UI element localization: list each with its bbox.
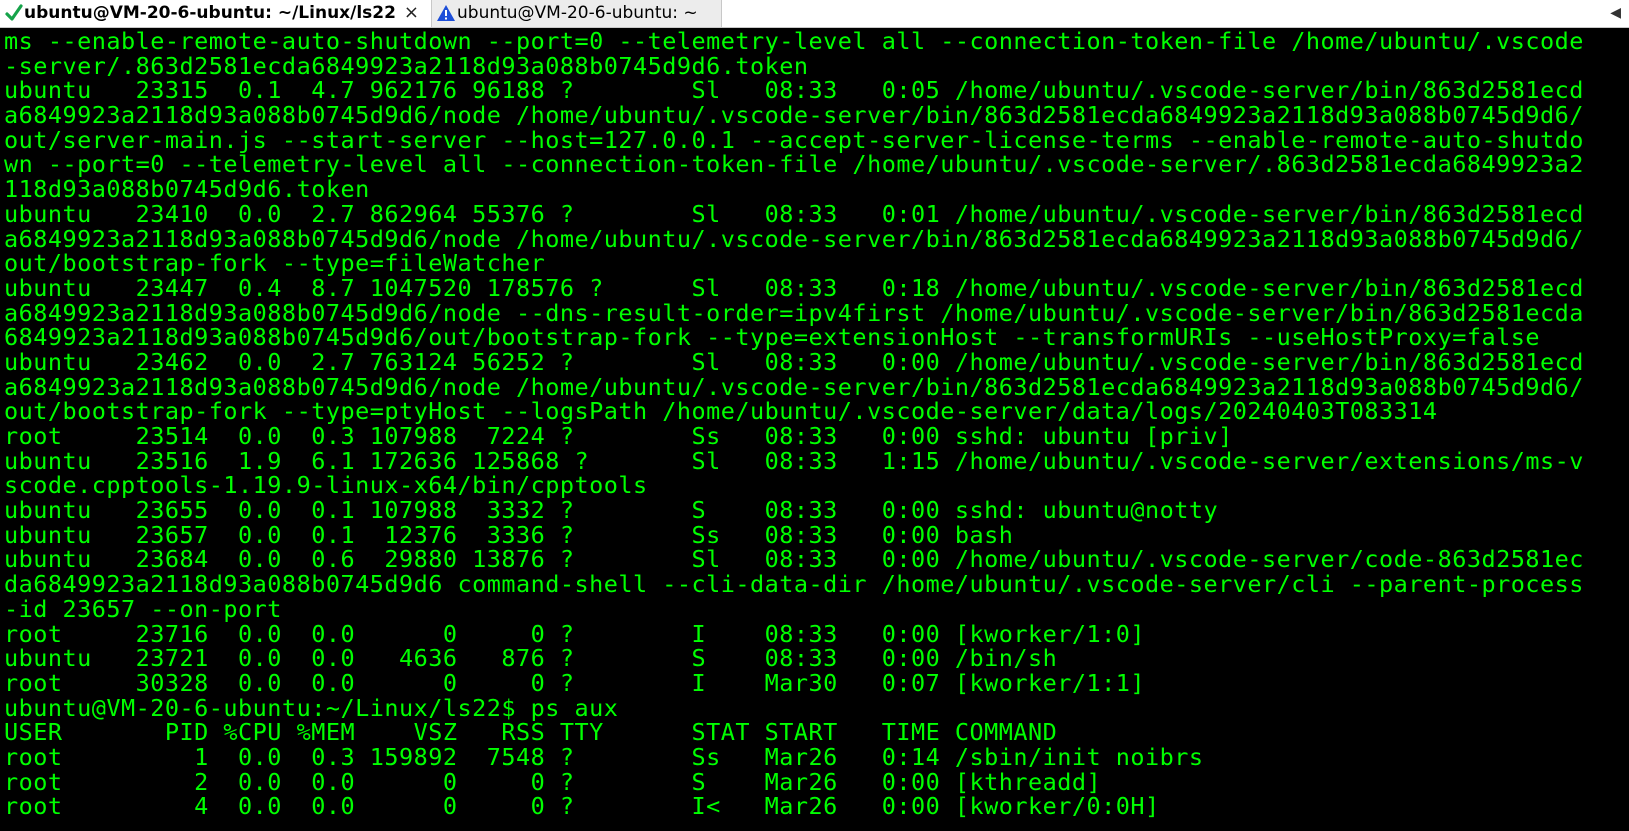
- terminal-line: root 1 0.0 0.3 159892 7548 ? Ss Mar26 0:…: [4, 742, 1204, 771]
- terminal-line: -server/.863d2581ecda6849923a2118d93a088…: [4, 51, 809, 80]
- terminal-line: out/bootstrap-fork --type=ptyHost --logs…: [4, 397, 1438, 426]
- terminal-line: root 2 0.0 0.0 0 0 ? S Mar26 0:00 [kthre…: [4, 767, 1102, 796]
- terminal-line: ubuntu 23684 0.0 0.6 29880 13876 ? Sl 08…: [4, 545, 1584, 574]
- terminal-line: a6849923a2118d93a088b0745d9d6/node /home…: [4, 372, 1584, 401]
- terminal-line: root 23514 0.0 0.3 107988 7224 ? Ss 08:3…: [4, 422, 1233, 450]
- check-icon: [4, 2, 24, 24]
- terminal-line: ubuntu 23657 0.0 0.1 12376 3336 ? Ss 08:…: [4, 520, 1014, 549]
- terminal-line: a6849923a2118d93a088b0745d9d6/node /home…: [4, 224, 1584, 253]
- terminal-line: root 30328 0.0 0.0 0 0 ? I Mar30 0:07 [k…: [4, 668, 1145, 697]
- terminal-line: root 23716 0.0 0.0 0 0 ? I 08:33 0:00 [k…: [4, 619, 1145, 648]
- terminal-line: wn --port=0 --telemetry-level all --conn…: [4, 150, 1584, 179]
- tab-session-ls22[interactable]: ubuntu@VM-20-6-ubuntu: ~/Linux/ls22 ×: [0, 0, 432, 27]
- terminal-line: ubuntu 23516 1.9 6.1 172636 125868 ? Sl …: [4, 446, 1584, 475]
- warning-icon: [436, 2, 456, 24]
- tab-session-home[interactable]: ubuntu@VM-20-6-ubuntu: ~: [432, 0, 722, 27]
- terminal-line: 118d93a088b0745d9d6.token: [4, 175, 370, 204]
- tab-bar: ubuntu@VM-20-6-ubuntu: ~/Linux/ls22 × ub…: [0, 0, 1629, 28]
- terminal-line: ubuntu 23721 0.0 0.0 4636 876 ? S 08:33 …: [4, 644, 1058, 673]
- terminal-line: da6849923a2118d93a088b0745d9d6 command-s…: [4, 570, 1584, 599]
- terminal-line: ubuntu 23655 0.0 0.1 107988 3332 ? S 08:…: [4, 496, 1219, 525]
- terminal-line: root 4 0.0 0.0 0 0 ? I< Mar26 0:00 [kwor…: [4, 792, 1160, 821]
- terminal-line: out/server-main.js --start-server --host…: [4, 125, 1584, 154]
- tab-title: ubuntu@VM-20-6-ubuntu: ~/Linux/ls22: [24, 3, 396, 23]
- terminal-line: ubuntu 23410 0.0 2.7 862964 55376 ? Sl 0…: [4, 199, 1584, 228]
- terminal-line: ubuntu 23315 0.1 4.7 962176 96188 ? Sl 0…: [4, 76, 1584, 105]
- terminal-line: USER PID %CPU %MEM VSZ RSS TTY STAT STAR…: [4, 718, 1058, 747]
- terminal-line: out/bootstrap-fork --type=fileWatcher: [4, 249, 546, 278]
- terminal-line: a6849923a2118d93a088b0745d9d6/node --dns…: [4, 298, 1584, 327]
- close-icon[interactable]: ×: [404, 0, 419, 26]
- tab-title: ubuntu@VM-20-6-ubuntu: ~: [457, 3, 698, 23]
- terminal-line: ms --enable-remote-auto-shutdown --port=…: [4, 29, 1584, 55]
- terminal-line: a6849923a2118d93a088b0745d9d6/node /home…: [4, 101, 1584, 130]
- terminal-line: -id 23657 --on-port: [4, 594, 282, 623]
- terminal-line: scode.cpptools-1.19.9-linux-x64/bin/cppt…: [4, 471, 648, 500]
- terminal-output[interactable]: ms --enable-remote-auto-shutdown --port=…: [4, 29, 1629, 831]
- terminal-line: ubuntu@VM-20-6-ubuntu:~/Linux/ls22$ ps a…: [4, 693, 619, 722]
- terminal-line: ubuntu 23462 0.0 2.7 763124 56252 ? Sl 0…: [4, 347, 1584, 376]
- tab-scroll-left-icon[interactable]: ◀: [1610, 0, 1621, 26]
- terminal-line: 6849923a2118d93a088b0745d9d6/out/bootstr…: [4, 323, 1540, 352]
- terminal-line: ubuntu 23447 0.4 8.7 1047520 178576 ? Sl…: [4, 273, 1584, 302]
